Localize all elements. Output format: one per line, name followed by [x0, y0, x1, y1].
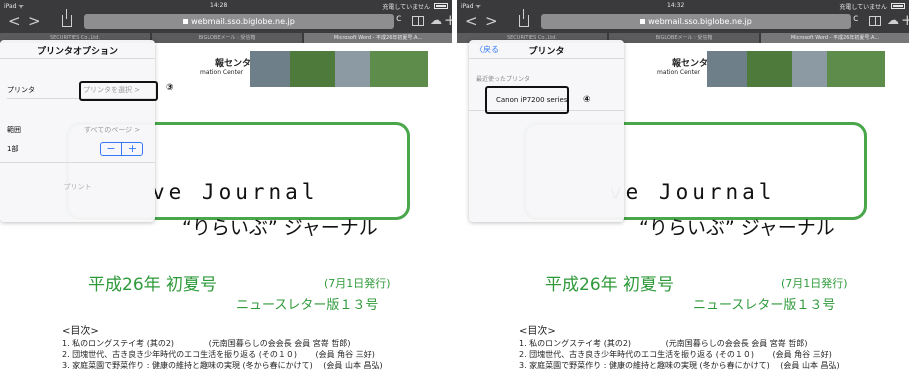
divider	[0, 162, 155, 163]
battery-icon	[434, 3, 448, 9]
recent-printers-label: 最近使ったプリンタ	[476, 76, 531, 83]
step-callout: ④	[583, 95, 591, 105]
toc-item: 2. 団塊世代、古き良き少年時代のエコ生活を振り返る (その１０) (会員 角谷…	[519, 350, 832, 359]
divider	[0, 58, 155, 59]
address-bar[interactable]: webmail.sso.biglobe.ne.jp	[84, 14, 394, 29]
photo	[370, 51, 428, 87]
lock-icon	[640, 19, 646, 24]
issue-year: 平成26年 初夏号	[88, 275, 218, 295]
copies-stepper: − +	[100, 142, 143, 156]
address-bar[interactable]: webmail.sso.biglobe.ne.jp	[541, 14, 851, 29]
popover-title: プリンタオプション	[36, 47, 118, 57]
newsletter-number: ニュースレター版１３号	[236, 298, 379, 313]
tab-biglobe-mail[interactable]: BIGLOBEメール : 受信箱	[609, 33, 759, 43]
bookmarks-icon[interactable]	[869, 16, 881, 26]
range-select[interactable]: すべてのページ >	[84, 125, 140, 135]
status-bar: iPad ᯤ 14:32 充電していません	[457, 0, 909, 12]
doc-header-sub: mation Center	[200, 69, 244, 76]
toc-item: 1. 私のロングステイ考 (其の2) (元南国暮らしの会会長 会員 宮嵜 哲郎)	[519, 339, 808, 348]
newsletter-number: ニュースレター版１３号	[693, 298, 836, 313]
cloud-icon[interactable]: ☁	[430, 13, 442, 27]
status-time: 14:28	[210, 2, 228, 9]
issue-date: (7月1日発行)	[781, 277, 848, 290]
toc-item: 1. 私のロングステイ考 (其の2) (元南国暮らしの会会長 会員 宮嵜 哲郎)	[62, 339, 351, 348]
battery-icon	[891, 3, 905, 9]
annotation-box	[79, 81, 158, 101]
annotation-box	[485, 86, 569, 114]
panel-printer-options: iPad ᯤ 14:28 充電していません < > webmail.sso.bi…	[0, 0, 452, 374]
tab-word-document[interactable]: Microsoft Word - 平成26年初夏号.A...	[761, 33, 909, 43]
printer-list-popover: 〈戻る プリンタ 最近使ったプリンタ Canon iP7200 series	[469, 40, 624, 222]
panel-printer-select: iPad ᯤ 14:32 充電していません < > webmail.sso.bi…	[457, 0, 909, 374]
divider	[469, 58, 624, 59]
new-tab-icon[interactable]: +	[901, 11, 909, 29]
doc-header-sub: mation Center	[657, 69, 701, 76]
reload-icon[interactable]: c	[396, 13, 402, 24]
toc-heading: <目次>	[519, 326, 556, 337]
toc-item: 3. 家庭菜園で野菜作り : 健康の維持と趣味の実現 (冬から春にかけて) (会…	[519, 361, 840, 370]
forward-icon[interactable]: >	[485, 14, 498, 29]
toc-item: 2. 団塊世代、古き良き少年時代のエコ生活を振り返る (その１０) (会員 角谷…	[62, 350, 375, 359]
device-label: iPad ᯤ	[4, 3, 24, 10]
cloud-icon[interactable]: ☁	[887, 13, 899, 27]
url-text: webmail.sso.biglobe.ne.jp	[191, 17, 295, 26]
issue-year: 平成26年 初夏号	[545, 275, 675, 295]
journal-subtitle: “りらいぶ” ジャーナル	[182, 217, 378, 239]
photo	[827, 51, 885, 87]
tab-word-document[interactable]: Microsoft Word - 平成26年初夏号.A...	[304, 33, 452, 43]
back-icon[interactable]: <	[8, 14, 21, 29]
share-icon[interactable]	[62, 9, 72, 27]
bookmarks-icon[interactable]	[412, 16, 424, 26]
lock-icon	[183, 19, 189, 24]
journal-subtitle: “りらいぶ” ジャーナル	[639, 217, 835, 239]
charging-status: 充電していません	[382, 4, 430, 11]
photo	[250, 51, 290, 87]
reload-icon[interactable]: c	[853, 13, 859, 24]
photo	[335, 51, 370, 87]
toc-heading: <目次>	[62, 326, 99, 337]
tab-biglobe-mail[interactable]: BIGLOBEメール : 受信箱	[152, 33, 302, 43]
photo	[707, 51, 747, 87]
photo	[792, 51, 827, 87]
popover-title: プリンタ	[528, 47, 565, 57]
new-tab-icon[interactable]: +	[444, 11, 452, 29]
increment-button[interactable]: +	[122, 143, 143, 155]
charging-status: 充電していません	[839, 4, 887, 11]
device-label: iPad ᯤ	[461, 3, 481, 10]
range-label: 範囲	[7, 126, 21, 134]
toc-item: 3. 家庭菜園で野菜作り : 健康の維持と趣味の実現 (冬から春にかけて) (会…	[62, 361, 383, 370]
forward-icon[interactable]: >	[28, 14, 41, 29]
issue-date: (7月1日発行)	[324, 277, 391, 290]
status-time: 14:32	[667, 2, 685, 9]
back-icon[interactable]: <	[465, 14, 478, 29]
screenshot: iPad ᯤ 14:28 充電していません < > webmail.sso.bi…	[0, 0, 909, 374]
step-callout: ③	[166, 83, 174, 93]
printer-options-popover: プリンタオプション プリンタ プリンタを選択 > 範囲 すべてのページ > 1部…	[0, 40, 155, 222]
browser-chrome: iPad ᯤ 14:28 充電していません < > webmail.sso.bi…	[0, 0, 452, 43]
header-photos	[707, 51, 885, 87]
status-bar: iPad ᯤ 14:28 充電していません	[0, 0, 452, 12]
share-icon[interactable]	[519, 9, 529, 27]
header-photos	[250, 51, 428, 87]
journal-title: ve Journal	[609, 180, 776, 204]
decrement-button[interactable]: −	[101, 143, 122, 155]
print-button[interactable]: プリント	[0, 182, 155, 192]
printer-label: プリンタ	[7, 86, 35, 94]
photo	[290, 51, 335, 87]
browser-chrome: iPad ᯤ 14:32 充電していません < > webmail.sso.bi…	[457, 0, 909, 43]
photo	[747, 51, 792, 87]
copies-label: 1部	[7, 145, 19, 153]
journal-title: ve Journal	[152, 180, 319, 204]
url-text: webmail.sso.biglobe.ne.jp	[648, 17, 752, 26]
